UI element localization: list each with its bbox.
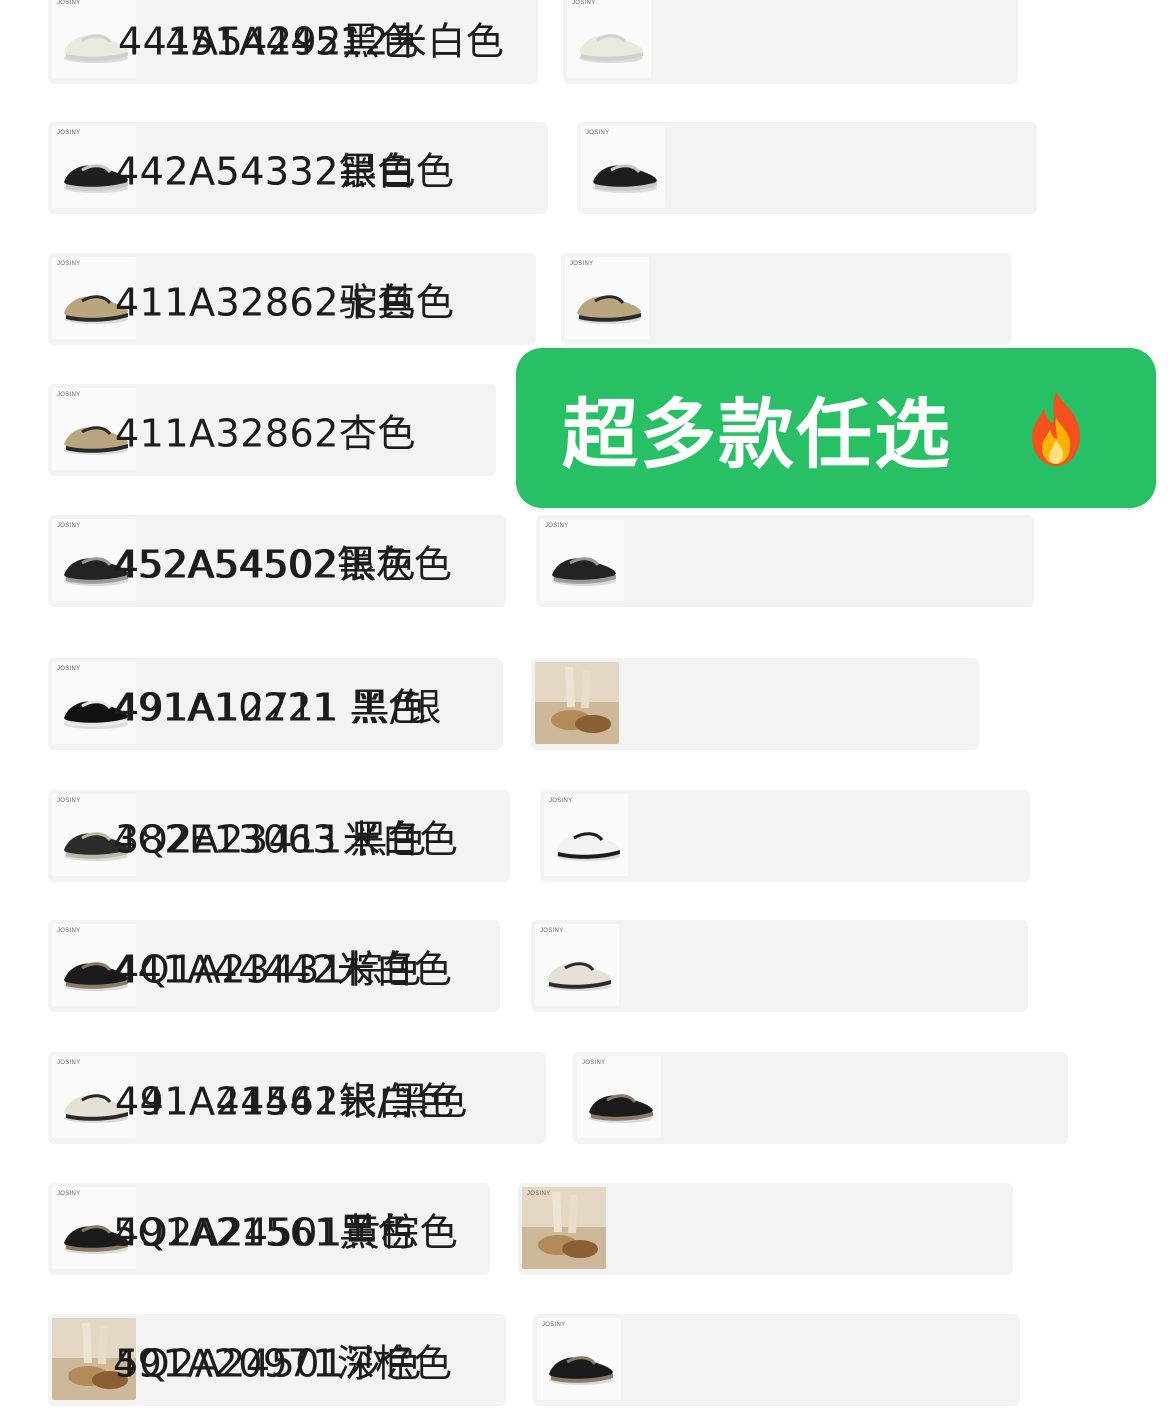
brand-label: JOSINY (545, 523, 569, 529)
product-item[interactable]: JOSINY 491A21561米/黑色 (115, 1052, 1068, 1144)
product-thumbnail (535, 662, 619, 744)
brand-label: JOSINY (57, 666, 81, 672)
brand-label: JOSINY (57, 1191, 81, 1197)
brand-label: JOSINY (570, 261, 594, 267)
product-item[interactable]: JOSINY 491A20971深棕色 (113, 1314, 1020, 1406)
brand-label: JOSINY (57, 1060, 81, 1066)
product-label: 411A32862驼色 (115, 280, 416, 325)
product-thumbnail: JOSINY (581, 126, 665, 208)
product-item[interactable]: JOSINY 441A44442米白色 (113, 920, 1028, 1012)
cross-slide-icon (552, 557, 616, 586)
product-item[interactable]: JOSINY 4Q2A23411米白色 (113, 790, 1030, 882)
product-label: 411A32862杏色 (115, 411, 416, 456)
product-item[interactable]: JOSINY 411A32862杏色 (48, 384, 496, 476)
product-label: 491A21561米/黑色 (115, 1079, 468, 1124)
product-label: 452A54502银灰色 (113, 542, 453, 587)
product-label: 491A10221 黑色 (113, 685, 427, 730)
product-thumbnail: JOSINY (540, 519, 624, 601)
brand-label: JOSINY (57, 0, 81, 6)
product-thumbnail: JOSINY (537, 1318, 621, 1400)
slide-icon (593, 164, 657, 193)
loafer-icon (589, 1094, 653, 1123)
brand-label: JOSINY (549, 798, 573, 804)
brand-label: JOSINY (572, 0, 596, 6)
brand-label: JOSINY (540, 928, 564, 934)
sandal-icon (579, 34, 643, 63)
promo-banner-text: 超多款任选 (562, 390, 952, 479)
brand-label: JOSINY (57, 928, 81, 934)
product-label: 442A54332黑色 (115, 149, 416, 194)
shoe-photo-icon (522, 1187, 606, 1269)
product-item[interactable]: JOSINY 5Q2A24501黄棕色 (113, 1183, 1013, 1275)
brand-label: JOSINY (527, 1191, 551, 1197)
cross-sandal-icon (547, 962, 611, 991)
brand-label: JOSINY (57, 798, 81, 804)
product-thumbnail: JOSINY (544, 794, 628, 876)
loafer-icon (549, 1356, 613, 1385)
brand-label: JOSINY (57, 261, 81, 267)
product-item[interactable]: 491A10221 黑色 (113, 658, 979, 750)
product-label: 441A44442米白色 (113, 947, 453, 992)
product-item[interactable]: JOSINY 441A54292黑色 (118, 0, 1018, 84)
product-label: 441A54292黑色 (118, 19, 419, 64)
product-thumbnail: JOSINY (565, 257, 649, 339)
brand-label: JOSINY (582, 1060, 606, 1066)
shoe-photo-icon (535, 662, 619, 744)
derby-shoe-icon (556, 832, 620, 861)
product-thumbnail: JOSINY (567, 0, 651, 78)
brand-label: JOSINY (57, 523, 81, 529)
product-item[interactable]: JOSINY 442A54332黑色 (115, 122, 1037, 214)
fire-icon (1032, 392, 1080, 466)
product-thumbnail: JOSINY (535, 924, 619, 1006)
product-item[interactable]: JOSINY 411A32862驼色 (115, 253, 1011, 345)
brand-label: JOSINY (586, 130, 610, 136)
brand-label: JOSINY (542, 1322, 566, 1328)
product-thumbnail: JOSINY (577, 1056, 661, 1138)
product-item[interactable]: JOSINY 452A54502银灰色 (113, 515, 1034, 607)
product-thumbnail: JOSINY (522, 1187, 606, 1269)
brand-label: JOSINY (57, 130, 81, 136)
promo-banner: 超多款任选 (516, 348, 1156, 508)
product-label: 4Q2A23411米白色 (113, 817, 459, 862)
woven-sandal-icon (577, 295, 641, 324)
product-label: 5Q2A24501黄棕色 (113, 1210, 459, 1255)
product-label: 491A20971深棕色 (113, 1341, 453, 1386)
brand-label: JOSINY (57, 392, 81, 398)
